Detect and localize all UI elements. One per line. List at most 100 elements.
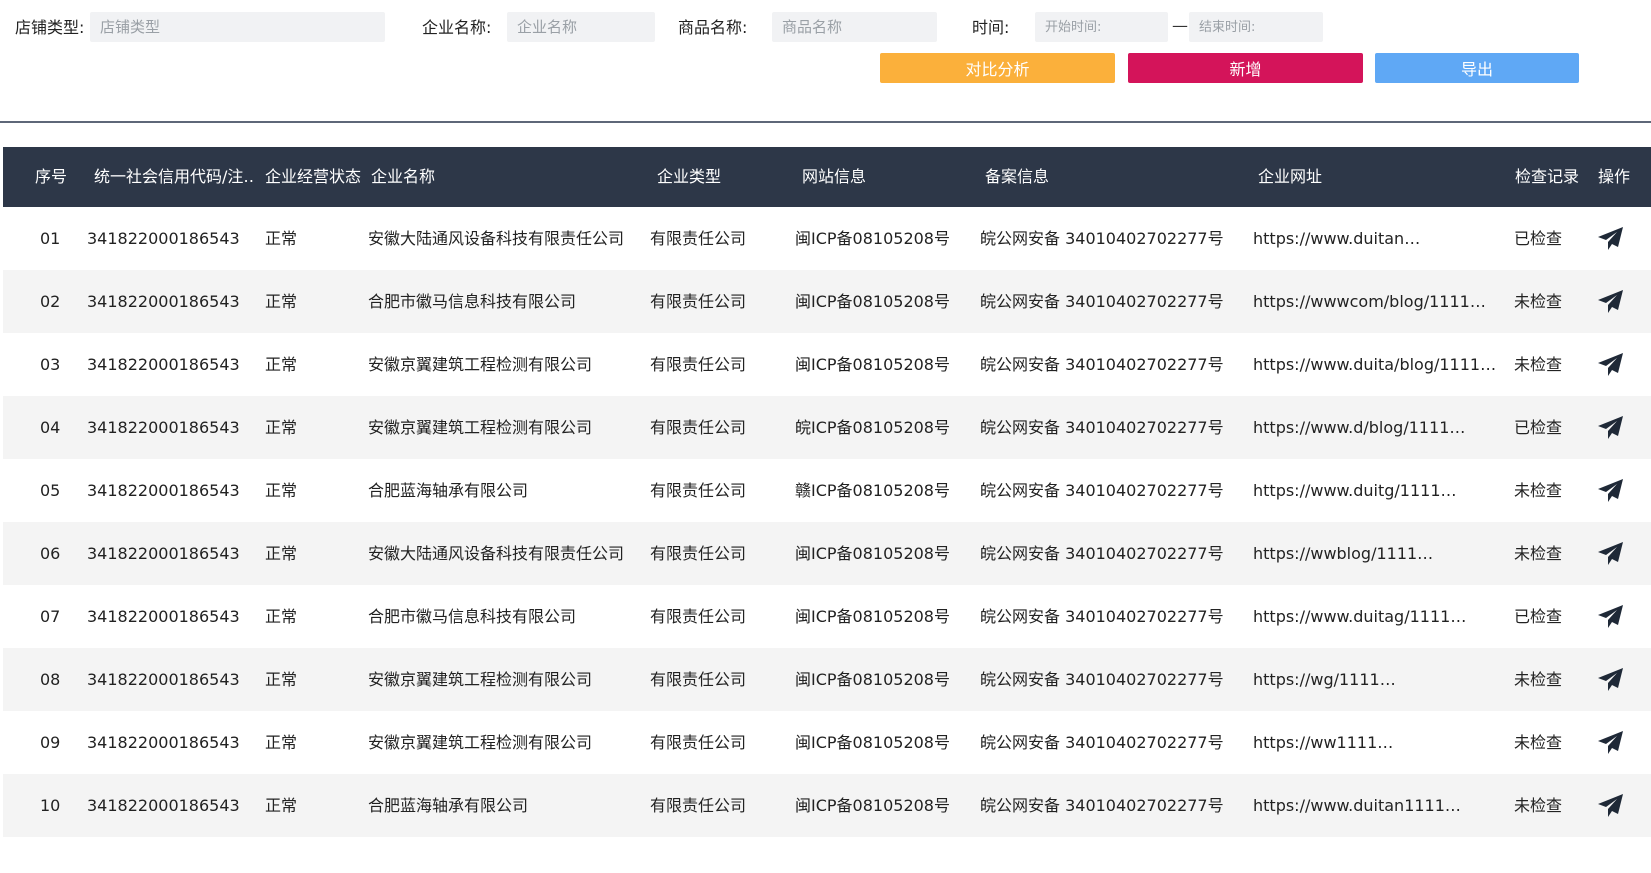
cell-no: 07 [40, 607, 61, 626]
cell-check-record: 未检查 [1514, 796, 1563, 815]
send-icon[interactable] [1597, 226, 1625, 252]
cell-record-info: 皖公网安备 34010402702277号 [980, 355, 1224, 374]
col-header-website: 网站信息 [802, 167, 867, 186]
shop-type-label: 店铺类型: [15, 18, 85, 37]
cell-company-url: https://www.duitg/1111… [1253, 481, 1457, 500]
cell-company-name: 合肥蓝海轴承有限公司 [368, 796, 529, 815]
cell-company-type: 有限责任公司 [650, 796, 747, 815]
cell-company-type: 有限责任公司 [650, 481, 747, 500]
cell-company-name: 合肥蓝海轴承有限公司 [368, 481, 529, 500]
col-header-url: 企业网址 [1258, 167, 1323, 186]
product-name-input[interactable] [772, 12, 937, 42]
product-name-label: 商品名称: [678, 18, 748, 37]
company-table: 序号 统一社会信用代码/注… 企业经营状态 企业名称 企业类型 网站信息 备案信… [3, 147, 1651, 837]
cell-check-record: 已检查 [1514, 229, 1563, 248]
cell-check-record: 已检查 [1514, 418, 1563, 437]
table-row: 07 341822000186543 正常 合肥市徽马信息科技有限公司 有限责任公司 闽I… [3, 585, 1651, 648]
send-icon[interactable] [1597, 604, 1625, 630]
table-body: 01 341822000186543 正常 安徽大陆通风设备科技有限责任公司 有限责任公… [3, 207, 1651, 837]
cell-credit-code: 341822000186543 [87, 733, 240, 752]
cell-credit-code: 341822000186543 [87, 481, 240, 500]
cell-record-info: 皖公网安备 34010402702277号 [980, 733, 1224, 752]
cell-check-record: 未检查 [1514, 292, 1563, 311]
col-header-check: 检查记录 [1515, 167, 1580, 186]
send-icon[interactable] [1597, 478, 1625, 504]
cell-record-info: 皖公网安备 34010402702277号 [980, 607, 1224, 626]
cell-check-record: 未检查 [1514, 733, 1563, 752]
col-header-company-name: 企业名称 [371, 167, 436, 186]
start-time-input[interactable] [1035, 12, 1168, 42]
cell-no: 05 [40, 481, 61, 500]
shop-type-input[interactable] [90, 12, 385, 42]
cell-company-type: 有限责任公司 [650, 670, 747, 689]
cell-check-record: 已检查 [1514, 607, 1563, 626]
cell-status: 正常 [265, 418, 298, 437]
send-icon[interactable] [1597, 541, 1625, 567]
cell-status: 正常 [265, 355, 298, 374]
cell-no: 03 [40, 355, 61, 374]
cell-website-info: 闽ICP备08105208号 [795, 607, 950, 626]
send-icon[interactable] [1597, 289, 1625, 315]
cell-company-url: https://www.duitan1111… [1253, 796, 1461, 815]
col-header-company-type: 企业类型 [657, 167, 722, 186]
cell-website-info: 闽ICP备08105208号 [795, 229, 950, 248]
send-icon[interactable] [1597, 667, 1625, 693]
company-name-label: 企业名称: [422, 18, 492, 37]
cell-company-type: 有限责任公司 [650, 544, 747, 563]
cell-company-type: 有限责任公司 [650, 607, 747, 626]
cell-no: 09 [40, 733, 61, 752]
table-row: 05 341822000186543 正常 合肥蓝海轴承有限公司 有限责任公司 赣ICP备… [3, 459, 1651, 522]
send-icon[interactable] [1597, 415, 1625, 441]
cell-website-info: 闽ICP备08105208号 [795, 292, 950, 311]
cell-company-url: https://wg/1111… [1253, 670, 1396, 689]
cell-record-info: 皖公网安备 34010402702277号 [980, 292, 1224, 311]
cell-website-info: 闽ICP备08105208号 [795, 733, 950, 752]
time-separator: — [1172, 16, 1188, 35]
cell-company-name: 安徽京翼建筑工程检测有限公司 [368, 733, 593, 752]
table-row: 08 341822000186543 正常 安徽京翼建筑工程检测有限公司 有限责任公司 闽… [3, 648, 1651, 711]
col-header-action: 操作 [1598, 167, 1631, 186]
cell-record-info: 皖公网安备 34010402702277号 [980, 229, 1224, 248]
send-icon[interactable] [1597, 793, 1625, 819]
table-row: 04 341822000186543 正常 安徽京翼建筑工程检测有限公司 有限责任公司 皖… [3, 396, 1651, 459]
export-button[interactable]: 导出 [1375, 53, 1579, 83]
table-row: 03 341822000186543 正常 安徽京翼建筑工程检测有限公司 有限责任公司 闽… [3, 333, 1651, 396]
cell-credit-code: 341822000186543 [87, 418, 240, 437]
send-icon[interactable] [1597, 730, 1625, 756]
cell-company-url: https://wwwcom/blog/1111… [1253, 292, 1486, 311]
filter-bar: 店铺类型: 企业名称: 商品名称: 时间: — 对比分析 新增 导出 [0, 0, 1651, 122]
cell-credit-code: 341822000186543 [87, 292, 240, 311]
cell-company-url: https://www.d/blog/1111… [1253, 418, 1466, 437]
cell-check-record: 未检查 [1514, 670, 1563, 689]
cell-company-url: https://wwblog/1111… [1253, 544, 1434, 563]
cell-no: 08 [40, 670, 61, 689]
cell-status: 正常 [265, 796, 298, 815]
add-button[interactable]: 新增 [1128, 53, 1363, 83]
cell-status: 正常 [265, 481, 298, 500]
cell-status: 正常 [265, 607, 298, 626]
cell-website-info: 闽ICP备08105208号 [795, 796, 950, 815]
cell-company-name: 安徽京翼建筑工程检测有限公司 [368, 670, 593, 689]
cell-company-url: https://www.duitag/1111… [1253, 607, 1467, 626]
col-header-record: 备案信息 [985, 167, 1050, 186]
cell-company-url: https://www.duitan… [1253, 229, 1421, 248]
cell-no: 04 [40, 418, 61, 437]
col-header-status: 企业经营状态 [265, 167, 362, 186]
cell-company-name: 合肥市徽马信息科技有限公司 [368, 607, 577, 626]
table-row: 06 341822000186543 正常 安徽大陆通风设备科技有限责任公司 有限责任公… [3, 522, 1651, 585]
cell-credit-code: 341822000186543 [87, 607, 240, 626]
cell-check-record: 未检查 [1514, 481, 1563, 500]
col-header-credit-code: 统一社会信用代码/注… [94, 167, 254, 186]
cell-company-url: https://www.duita/blog/1111… [1253, 355, 1497, 374]
cell-company-url: https://ww1111… [1253, 733, 1394, 752]
cell-record-info: 皖公网安备 34010402702277号 [980, 796, 1224, 815]
compare-analysis-button[interactable]: 对比分析 [880, 53, 1115, 83]
col-header-no: 序号 [35, 167, 68, 186]
cell-company-name: 安徽大陆通风设备科技有限责任公司 [368, 229, 625, 248]
end-time-input[interactable] [1189, 12, 1323, 42]
cell-company-type: 有限责任公司 [650, 733, 747, 752]
cell-credit-code: 341822000186543 [87, 229, 240, 248]
cell-company-type: 有限责任公司 [650, 292, 747, 311]
send-icon[interactable] [1597, 352, 1625, 378]
company-name-input[interactable] [507, 12, 655, 42]
